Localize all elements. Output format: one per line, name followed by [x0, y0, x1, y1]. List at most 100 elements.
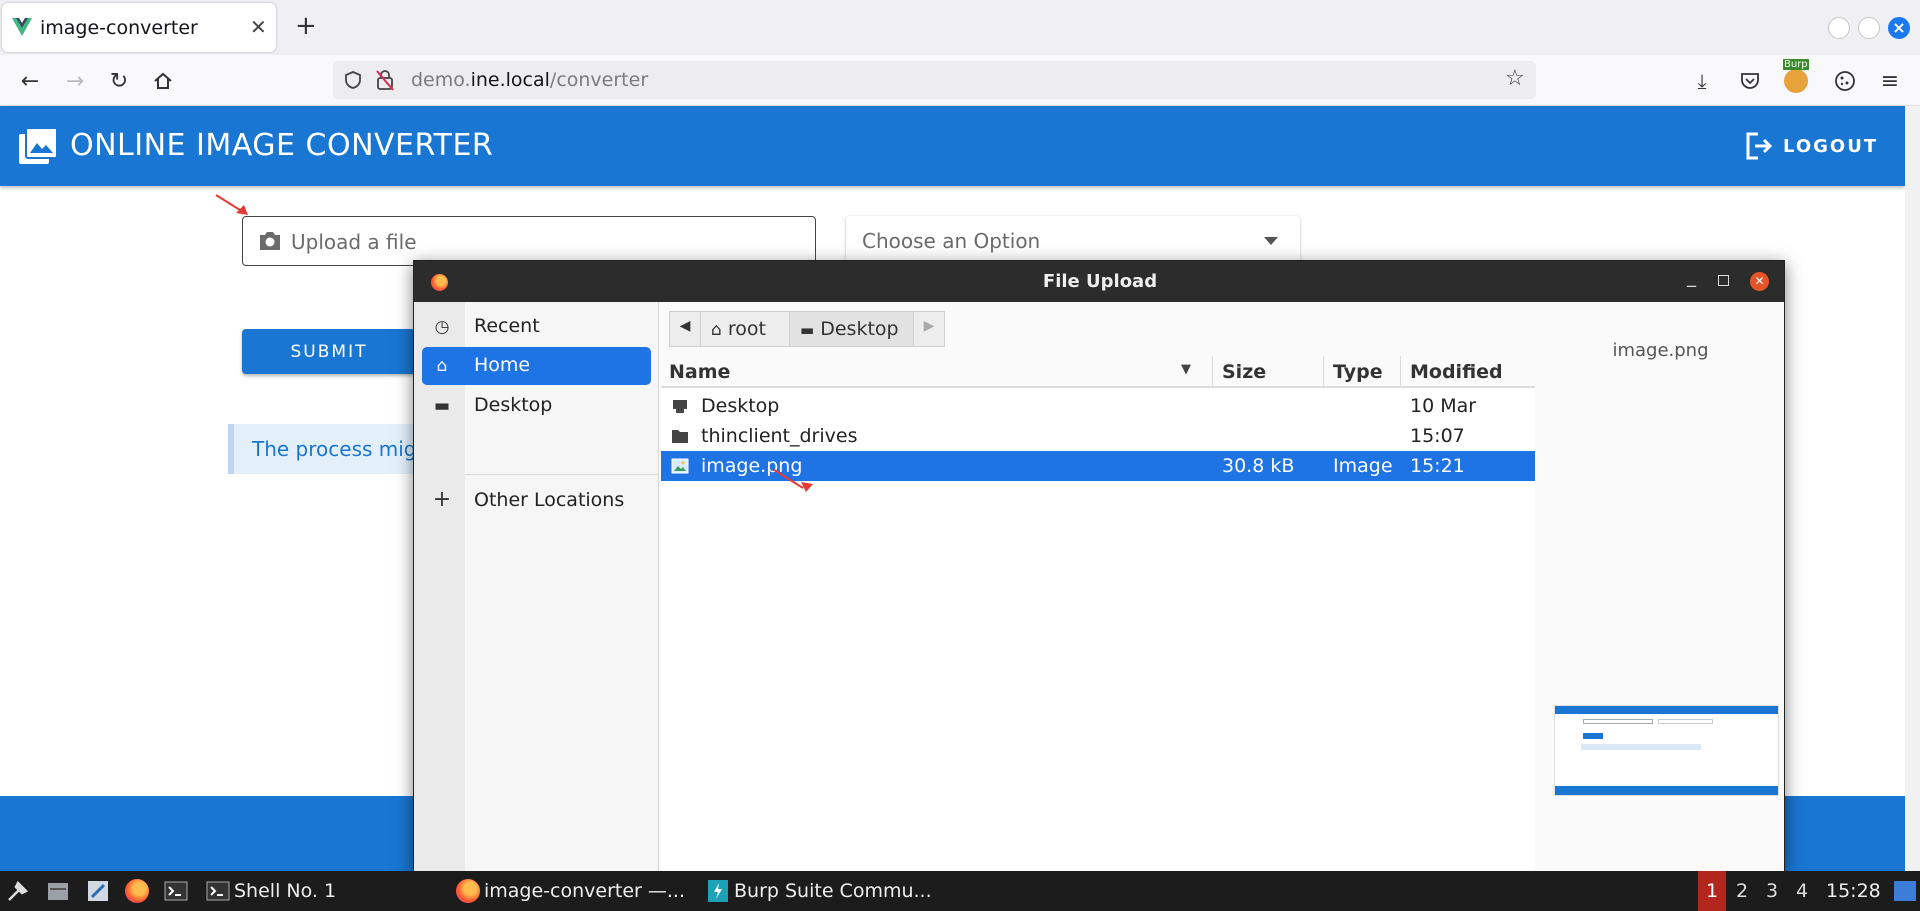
- burp-icon: [708, 880, 728, 902]
- taskbar-app-burp[interactable]: Burp Suite Commu...: [704, 871, 944, 911]
- url-host-prefix: demo.: [411, 69, 471, 91]
- maximize-window-button[interactable]: [1858, 17, 1880, 39]
- thumb-header: [1555, 706, 1778, 714]
- preview-thumbnail: [1554, 705, 1779, 796]
- dialog-minimize-button[interactable]: _: [1687, 267, 1696, 288]
- dialog-titlebar[interactable]: File Upload _ ✕: [414, 261, 1784, 302]
- dialog-title: File Upload: [1042, 271, 1158, 292]
- menu-icon[interactable]: ≡: [1875, 66, 1905, 96]
- upload-file-input[interactable]: Upload a file: [242, 216, 816, 266]
- drive-icon: ▬: [433, 396, 451, 416]
- taskbar-app-shell[interactable]: Shell No. 1: [204, 871, 434, 911]
- workspace-2[interactable]: 2: [1728, 871, 1756, 911]
- forward-icon[interactable]: →: [60, 66, 90, 96]
- pocket-icon[interactable]: [1735, 66, 1765, 96]
- burp-extension-icon[interactable]: Burp: [1781, 59, 1811, 96]
- taskbar-app-label: Shell No. 1: [234, 880, 337, 902]
- file-modified: 15:21: [1410, 455, 1465, 477]
- path-back-button[interactable]: ◀: [669, 311, 701, 347]
- column-name[interactable]: Name: [669, 361, 730, 383]
- home-icon: ⌂: [436, 356, 448, 376]
- close-window-button[interactable]: ×: [1888, 17, 1910, 39]
- back-icon[interactable]: ←: [15, 66, 45, 96]
- gallery-icon: [19, 128, 57, 164]
- file-row-desktop[interactable]: Desktop 10 Mar: [661, 391, 1535, 421]
- cookie-icon[interactable]: [1830, 66, 1860, 96]
- place-label: Other Locations: [474, 489, 625, 511]
- text-editor-icon[interactable]: [86, 879, 110, 903]
- format-select[interactable]: Choose an Option: [846, 216, 1300, 266]
- thumb-button: [1583, 733, 1603, 739]
- column-modified[interactable]: Modified: [1410, 361, 1503, 383]
- place-other-locations[interactable]: + Other Locations: [422, 482, 651, 520]
- path-forward-button[interactable]: ▶: [913, 311, 945, 347]
- path-desktop-button[interactable]: ▬ Desktop: [789, 311, 914, 347]
- os-taskbar: Shell No. 1 image-converter —... Burp Su…: [0, 871, 1920, 911]
- browser-tab[interactable]: image-converter ✕: [2, 3, 276, 52]
- tab-close-icon[interactable]: ✕: [250, 15, 267, 39]
- folder-icon: [672, 430, 688, 443]
- home-icon: ⌂: [711, 320, 722, 340]
- show-desktop-icon[interactable]: [1894, 881, 1916, 901]
- vue-logo-icon: [12, 18, 32, 36]
- new-tab-button[interactable]: +: [295, 11, 317, 41]
- preview-label: image.png: [1612, 340, 1709, 361]
- terminal-icon: [206, 881, 230, 901]
- column-type[interactable]: Type: [1333, 361, 1383, 383]
- column-divider: [1400, 356, 1401, 386]
- thumb-select: [1658, 719, 1713, 724]
- firefox-icon[interactable]: [125, 879, 149, 903]
- thumb-input: [1583, 719, 1653, 724]
- url-text: demo.ine.local/converter: [411, 69, 648, 91]
- file-manager-icon[interactable]: [46, 879, 70, 903]
- file-name: image.png: [701, 455, 803, 477]
- file-name: thinclient_drives: [701, 425, 858, 447]
- taskbar-app-label: image-converter —...: [484, 880, 686, 902]
- page-scrollbar[interactable]: [1905, 106, 1920, 871]
- taskbar-app-browser[interactable]: image-converter —...: [454, 871, 694, 911]
- place-label: Home: [474, 354, 531, 376]
- file-row-thinclient-drives[interactable]: thinclient_drives 15:07: [661, 421, 1535, 451]
- dialog-close-button[interactable]: ✕: [1750, 272, 1769, 291]
- place-home[interactable]: ⌂ Home: [422, 347, 651, 385]
- minimize-window-button[interactable]: [1828, 17, 1850, 39]
- app-title: ONLINE IMAGE CONVERTER: [70, 128, 494, 163]
- app-menu-icon[interactable]: [6, 879, 30, 903]
- submit-button[interactable]: SUBMIT: [242, 329, 416, 374]
- file-list-header: Name ▼ Size Type Modified: [661, 356, 1535, 388]
- workspace-1[interactable]: 1: [1698, 871, 1726, 911]
- places-sidebar: ◷ Recent ⌂ Home ▬ Desktop + Other Locati…: [414, 302, 659, 874]
- column-size[interactable]: Size: [1222, 361, 1266, 383]
- sort-down-icon: ▼: [1181, 362, 1191, 377]
- logout-label[interactable]: LOGOUT: [1783, 136, 1878, 157]
- downloads-icon[interactable]: ⤓: [1687, 66, 1717, 96]
- workspace-4[interactable]: 4: [1788, 871, 1816, 911]
- bookmark-star-icon[interactable]: ☆: [1505, 66, 1525, 91]
- place-desktop[interactable]: ▬ Desktop: [422, 387, 651, 425]
- taskbar-clock: 15:28: [1826, 880, 1881, 902]
- place-label: Desktop: [474, 394, 553, 416]
- reload-icon[interactable]: ↻: [104, 66, 134, 96]
- dropdown-arrow-icon: [1264, 237, 1278, 245]
- home-icon[interactable]: [148, 66, 178, 96]
- url-bar[interactable]: demo.ine.local/converter ☆: [333, 61, 1536, 99]
- place-recent[interactable]: ◷ Recent: [422, 308, 651, 346]
- file-upload-dialog: File Upload _ ✕ ◷ Recent ⌂ Home ▬ Deskto…: [413, 260, 1785, 875]
- file-row-image-png[interactable]: image.png 30.8 kB Image 15:21: [661, 451, 1535, 481]
- workspace-3[interactable]: 3: [1758, 871, 1786, 911]
- browser-tab-bar: image-converter ✕ + ×: [0, 0, 1920, 55]
- burp-badge: Burp: [1783, 59, 1809, 70]
- file-size: 30.8 kB: [1222, 455, 1295, 477]
- terminal-icon[interactable]: [164, 879, 188, 903]
- drive-icon: [673, 400, 687, 413]
- path-root-button[interactable]: ⌂ root: [700, 311, 790, 347]
- insecure-lock-icon[interactable]: [375, 69, 395, 91]
- file-modified: 10 Mar: [1410, 395, 1477, 417]
- column-divider: [1323, 356, 1324, 386]
- dialog-maximize-button[interactable]: [1718, 275, 1729, 286]
- firefox-icon: [456, 879, 480, 903]
- select-placeholder: Choose an Option: [862, 229, 1041, 253]
- annotation-arrowhead-icon: [801, 482, 813, 492]
- shield-icon[interactable]: [343, 70, 363, 90]
- path-desktop-label: Desktop: [820, 318, 899, 340]
